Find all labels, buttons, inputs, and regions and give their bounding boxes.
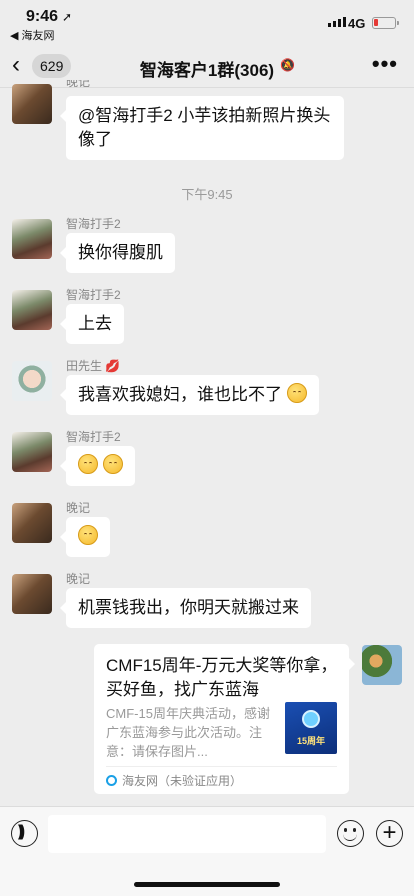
message-bubble[interactable]: 机票钱我出，你明天就搬过来 [60, 588, 311, 628]
avatar[interactable] [12, 361, 52, 401]
sender-name: 晚记 [66, 572, 91, 586]
message-text: 机票钱我出，你明天就搬过来 [78, 598, 299, 617]
shared-link-card[interactable]: CMF15周年-万元大奖等你拿，买好鱼，找广东蓝海 CMF-15周年庆典活动，感… [94, 644, 355, 794]
chat-header: ‹ 629 智海客户1群(306) 🔕 ••• [0, 44, 414, 88]
time-separator: 下午9:45 [181, 187, 233, 202]
status-time: 9:46 [26, 8, 59, 25]
unread-count-badge[interactable]: 629 [32, 54, 72, 78]
emoji-icon [286, 383, 307, 403]
message-bubble[interactable] [60, 517, 110, 557]
thumbnail-text: 15周年 [296, 736, 325, 746]
avatar[interactable] [12, 84, 52, 124]
sender-name: 智海打手2 [66, 430, 121, 444]
signal-icon [328, 17, 346, 27]
sender-name-text: 田先生 [66, 359, 103, 373]
location-arrow-icon: ➚ [62, 10, 73, 24]
card-title: CMF15周年-万元大奖等你拿，买好鱼，找广东蓝海 [106, 656, 338, 699]
message-text: 换你得腹肌 [78, 243, 163, 262]
message-text: 我喜欢我媳妇，谁也比不了 [78, 385, 282, 404]
chevron-left-icon[interactable]: ‹ [12, 53, 20, 77]
sender-name: 晚记 [66, 80, 91, 88]
avatar[interactable] [12, 574, 52, 614]
message-text: 上去 [78, 314, 112, 333]
chat-title: 智海客户1群(306) [139, 61, 275, 80]
avatar[interactable] [12, 432, 52, 472]
lips-icon: 💋 [105, 359, 121, 373]
back-to-app-link[interactable]: ◀ 海友网 [10, 27, 55, 43]
plus-icon[interactable]: + [376, 820, 403, 847]
sender-name: 智海打手2 [66, 217, 121, 231]
emoji-icon [78, 454, 98, 474]
avatar[interactable] [12, 219, 52, 259]
card-thumbnail: 15周年 [285, 702, 337, 754]
avatar[interactable] [12, 503, 52, 543]
emoji-icon[interactable] [337, 820, 364, 847]
message-bubble[interactable]: @智海打手2 小芋该拍新照片换头像了 [60, 96, 344, 160]
card-source-text: 海友网（未验证应用） [122, 774, 243, 788]
status-bar: 9:46 ➚ ◀ 海友网 4G [0, 0, 414, 44]
emoji-icon [102, 454, 123, 474]
message-bubble[interactable]: 我喜欢我媳妇，谁也比不了 [60, 375, 319, 415]
card-description: CMF-15周年庆典活动，感谢广东蓝海参与此次活动。注意：请保存图片... [106, 706, 270, 759]
home-indicator[interactable] [134, 882, 280, 887]
app-icon [106, 775, 117, 786]
avatar[interactable] [12, 290, 52, 330]
divider [106, 766, 337, 767]
sender-name: 智海打手2 [66, 288, 121, 302]
message-bubble[interactable]: 换你得腹肌 [60, 233, 175, 273]
voice-icon[interactable] [11, 820, 38, 847]
message-bubble[interactable] [60, 446, 135, 486]
emoji-icon [78, 525, 98, 545]
message-text: @智海打手2 小芋该拍新照片换头像了 [78, 106, 331, 149]
avatar[interactable] [362, 645, 402, 685]
sender-name: 田先生 💋 [66, 357, 120, 374]
logo-icon [302, 710, 320, 728]
card-source: 海友网（未验证应用） [106, 772, 242, 789]
message-input[interactable] [48, 815, 326, 853]
network-type: 4G [348, 16, 366, 31]
sender-name: 晚记 [66, 501, 91, 515]
bell-slash-icon: 🔕 [280, 58, 295, 72]
battery-icon [372, 17, 399, 29]
ellipsis-icon[interactable]: ••• [372, 51, 398, 77]
message-bubble[interactable]: 上去 [60, 304, 124, 344]
